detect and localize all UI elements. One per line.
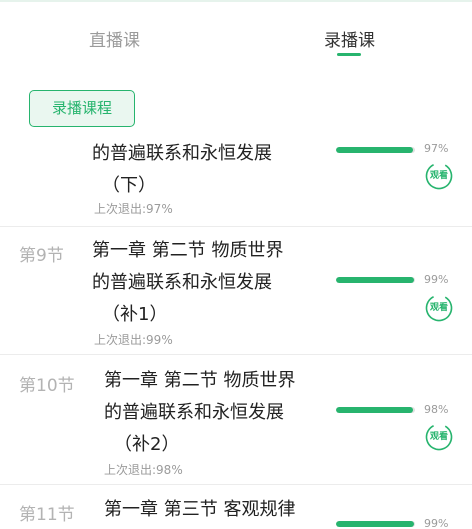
progress-percent: 97% (424, 142, 449, 155)
watch-label: 观看 (429, 171, 448, 181)
progress-fill (336, 521, 415, 527)
watch-button[interactable]: 观看 (425, 423, 453, 451)
lesson-index: 第10节 (19, 376, 75, 396)
progress-fill (336, 407, 414, 413)
lesson-index: 第11节 (19, 505, 75, 525)
recorded-course-badge[interactable]: 录播课程 (29, 90, 135, 127)
progress-fill (336, 277, 415, 283)
progress-percent: 99% (424, 273, 449, 286)
last-exit-text: 上次退出:97% (94, 202, 173, 216)
tab-live-course[interactable]: 直播课 (89, 26, 140, 51)
lesson-title: 的普遍联系和永恒发展 （下） (92, 143, 272, 196)
watch-label: 观看 (429, 303, 448, 313)
lesson-row[interactable]: 第10节 第一章 第二节 物质世界 的普遍联系和永恒发展 （补2） 上次退出:9… (0, 355, 472, 484)
progress-bar (336, 521, 415, 527)
progress-bar (336, 277, 415, 283)
lesson-index: 第9节 (19, 246, 64, 266)
watch-label: 观看 (429, 432, 448, 442)
lesson-row[interactable]: 第11节 第一章 第三节 客观规律 99% (0, 485, 472, 529)
lesson-title: 第一章 第三节 客观规律 (104, 499, 296, 520)
tab-recorded-course[interactable]: 录播课 (324, 26, 375, 51)
progress-percent: 98% (424, 403, 449, 416)
watch-button[interactable]: 观看 (425, 162, 453, 190)
progress-bar (336, 147, 415, 153)
last-exit-text: 上次退出:98% (104, 463, 183, 477)
lesson-row[interactable]: 的普遍联系和永恒发展 （下） 上次退出:97% 97% 观看 (0, 60, 472, 226)
active-tab-indicator (337, 53, 361, 56)
progress-fill (336, 147, 413, 153)
course-tabs: 直播课 录播课 (0, 2, 472, 60)
lesson-row[interactable]: 第9节 第一章 第二节 物质世界 的普遍联系和永恒发展 （补1） 上次退出:99… (0, 227, 472, 354)
last-exit-text: 上次退出:99% (94, 333, 173, 347)
lesson-title: 第一章 第二节 物质世界 的普遍联系和永恒发展 （补2） (104, 370, 296, 455)
lesson-title: 第一章 第二节 物质世界 的普遍联系和永恒发展 （补1） (92, 240, 284, 325)
progress-bar (336, 407, 415, 413)
progress-percent: 99% (424, 517, 449, 529)
watch-button[interactable]: 观看 (425, 294, 453, 322)
